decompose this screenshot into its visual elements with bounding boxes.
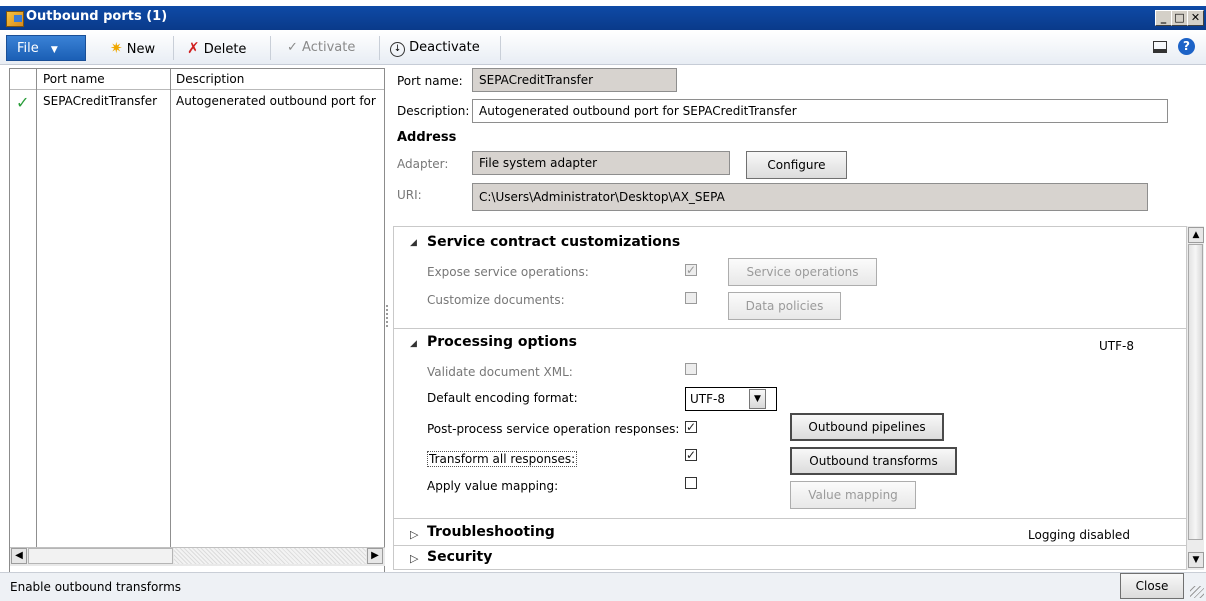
postprocess-checkbox[interactable]: ✓ (685, 421, 697, 433)
action-pane (0, 31, 1206, 65)
ports-grid (9, 68, 385, 573)
scrollbar-thumb[interactable] (28, 548, 173, 564)
file-label: File (17, 41, 39, 56)
active-check-icon: ✓ (16, 93, 30, 112)
activate-button[interactable]: ✓ Activate (287, 37, 355, 59)
collapsed-arrow-icon[interactable]: ▷ (410, 528, 418, 541)
deactivate-label: Deactivate (409, 40, 480, 55)
scroll-down-icon[interactable]: ▼ (1188, 552, 1204, 568)
minimize-button[interactable]: _ (1155, 10, 1172, 26)
resize-grip-icon[interactable] (1190, 586, 1204, 598)
troubleshooting-summary: Logging disabled (1028, 528, 1130, 542)
encoding-value: UTF-8 (690, 392, 725, 406)
fasttab-divider (394, 545, 1186, 546)
validate-xml-checkbox[interactable] (685, 363, 697, 375)
grid-column-divider (36, 69, 37, 547)
description-field[interactable]: Autogenerated outbound port for SEPACred… (472, 99, 1168, 123)
uri-label: URI: (397, 188, 422, 202)
deactivate-button[interactable]: ↓ Deactivate (390, 37, 480, 59)
description-label: Description: (397, 104, 470, 118)
validate-xml-label: Validate document XML: (427, 365, 573, 379)
collapsed-arrow-icon[interactable]: ▷ (410, 552, 418, 565)
toolbar-divider (379, 36, 380, 60)
help-icon[interactable]: ? (1178, 38, 1195, 55)
new-label: New (126, 42, 156, 57)
scroll-right-icon[interactable]: ▶ (367, 548, 383, 564)
toolbar-divider (500, 36, 501, 60)
data-policies-button[interactable]: Data policies (728, 292, 841, 320)
troubleshooting-heading[interactable]: Troubleshooting (427, 524, 555, 540)
expanded-arrow-icon[interactable]: ◢ (410, 238, 417, 248)
port-name-field[interactable]: SEPACreditTransfer (472, 68, 677, 92)
expose-ops-checkbox[interactable]: ✓ (685, 264, 697, 276)
outbound-pipelines-button[interactable]: Outbound pipelines (790, 413, 944, 441)
scroll-up-icon[interactable]: ▲ (1188, 227, 1204, 243)
column-header-description[interactable]: Description (176, 72, 244, 86)
check-icon: ✓ (287, 40, 298, 55)
outbound-transforms-button[interactable]: Outbound transforms (790, 447, 957, 475)
row-description: Autogenerated outbound port for (176, 94, 376, 108)
window-title: Outbound ports (1) (26, 9, 168, 24)
scroll-left-icon[interactable]: ◀ (11, 548, 27, 564)
delete-icon: ✗ (187, 39, 200, 57)
fasttab-divider (394, 518, 1186, 519)
fasttab-divider (394, 328, 1186, 329)
port-name-label: Port name: (397, 74, 463, 88)
status-text: Enable outbound transforms (10, 580, 182, 594)
value-mapping-label: Apply value mapping: (427, 479, 559, 493)
pane-splitter[interactable] (386, 305, 391, 327)
close-button[interactable]: Close (1120, 573, 1184, 599)
new-icon: ✷ (110, 39, 123, 57)
table-row[interactable]: ✓ SEPACreditTransfer Autogenerated outbo… (10, 90, 384, 112)
app-icon (6, 11, 24, 27)
value-mapping-checkbox[interactable] (685, 477, 697, 489)
customize-docs-checkbox[interactable] (685, 292, 697, 304)
file-menu-button[interactable]: File ▼ (6, 35, 86, 61)
toolbar-divider (270, 36, 271, 60)
adapter-field[interactable]: File system adapter (472, 151, 730, 175)
chevron-down-icon[interactable]: ▼ (749, 389, 766, 409)
service-operations-button[interactable]: Service operations (728, 258, 877, 286)
value-mapping-button[interactable]: Value mapping (790, 481, 916, 509)
column-header-port-name[interactable]: Port name (43, 72, 105, 86)
postprocess-label: Post-process service operation responses… (427, 422, 680, 436)
delete-label: Delete (203, 42, 247, 57)
uri-field[interactable]: C:\Users\Administrator\Desktop\AX_SEPA (472, 183, 1148, 211)
close-window-button[interactable]: ✕ (1187, 10, 1204, 26)
maximize-button[interactable]: □ (1171, 10, 1188, 26)
row-port-name: SEPACreditTransfer (43, 94, 158, 108)
address-heading: Address (397, 130, 457, 145)
transform-label: Transform all responses: (427, 451, 578, 467)
customize-docs-label: Customize documents: (427, 293, 565, 307)
new-button[interactable]: ✷ New (110, 37, 155, 59)
title-bar (0, 6, 1206, 30)
processing-summary: UTF-8 (1099, 339, 1134, 353)
expose-ops-label: Expose service operations: (427, 265, 589, 279)
expanded-arrow-icon[interactable]: ◢ (410, 339, 417, 349)
adapter-label: Adapter: (397, 157, 449, 171)
scrollbar-thumb[interactable] (1188, 244, 1203, 540)
configure-button[interactable]: Configure (746, 151, 847, 179)
grid-column-divider (170, 69, 171, 547)
security-heading[interactable]: Security (427, 549, 492, 565)
chevron-down-icon: ▼ (50, 45, 58, 55)
service-contract-heading[interactable]: Service contract customizations (427, 234, 680, 250)
layout-icon[interactable] (1153, 41, 1167, 53)
processing-options-heading[interactable]: Processing options (427, 334, 577, 350)
scrollbar-track[interactable] (174, 548, 366, 564)
delete-button[interactable]: ✗ Delete (187, 37, 246, 59)
transform-checkbox[interactable]: ✓ (685, 449, 697, 461)
encoding-label: Default encoding format: (427, 391, 578, 405)
activate-label: Activate (302, 40, 356, 55)
deactivate-icon: ↓ (390, 42, 405, 57)
toolbar-divider (173, 36, 174, 60)
